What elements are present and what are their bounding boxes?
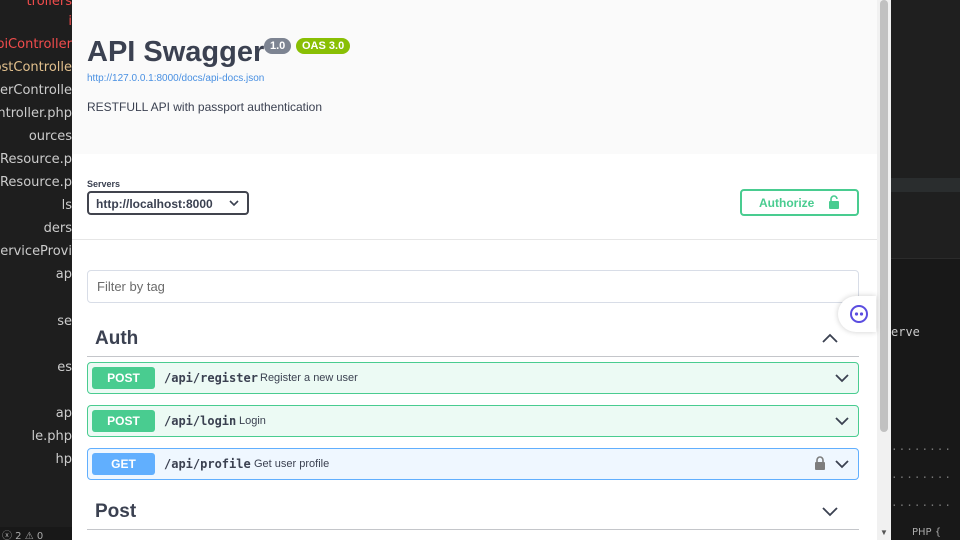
tag-name: Auth — [95, 328, 139, 349]
operation-summary: Get user profile — [254, 458, 330, 470]
swagger-ui-page: API Swagger 1.0 OAS 3.0 http://127.0.0.1… — [72, 0, 891, 540]
operation-profile[interactable]: GET /api/profile Get user profile — [87, 448, 859, 480]
file-tree-item[interactable]: ServiceProvi — [0, 244, 72, 259]
chevron-up-icon — [822, 333, 838, 343]
editor-line-highlight — [891, 178, 960, 192]
terminal-dots: ........ — [891, 440, 952, 453]
method-badge: POST — [92, 367, 155, 389]
authorize-label: Authorize — [759, 196, 815, 210]
chevron-down-icon — [835, 460, 849, 469]
servers-label: Servers — [87, 179, 121, 189]
operation-path: /api/register — [164, 371, 258, 385]
ide-file-explorer: trollers i piController ostControlle serCont… — [0, 0, 72, 540]
file-tree-item[interactable]: ap — [56, 267, 72, 282]
operation-register[interactable]: POST /api/register Register a new user — [87, 362, 859, 394]
servers-select[interactable]: http://localhost:8000 — [87, 191, 249, 215]
oas-version-badge: OAS 3.0 — [296, 38, 351, 54]
tag-header-post[interactable]: Post — [87, 493, 859, 531]
unlocked-icon — [829, 195, 839, 209]
scrollbar-thumb[interactable] — [880, 0, 888, 432]
file-tree-item[interactable]: ources — [29, 129, 72, 144]
server-selected-value: http://localhost:8000 — [96, 197, 213, 211]
operation-login[interactable]: POST /api/login Login — [87, 405, 859, 437]
page-scrollbar[interactable]: ▼ — [877, 0, 891, 540]
file-tree-item[interactable]: ders — [44, 221, 72, 236]
file-tree-item[interactable]: ap — [56, 406, 72, 421]
problems-indicator[interactable]: ⓧ 2 ⚠ 0 — [2, 527, 43, 540]
tag-divider — [87, 356, 859, 357]
file-tree-item[interactable]: erResource.p — [0, 175, 72, 190]
lock-icon[interactable] — [814, 456, 826, 470]
file-tree-item[interactable]: ostControlle — [0, 60, 72, 75]
tag-divider — [87, 529, 859, 530]
file-tree-item[interactable]: ls — [62, 198, 72, 213]
tag-name: Post — [95, 501, 137, 522]
servers-section: Servers http://localhost:8000 Authorize — [72, 154, 877, 240]
version-badge: 1.0 — [264, 38, 292, 54]
api-info-section: API Swagger 1.0 OAS 3.0 http://127.0.0.1… — [72, 0, 877, 154]
terminal-output-text: erve — [891, 325, 920, 339]
file-tree-item[interactable]: trollers — [27, 0, 72, 9]
ide-editor-area: erve ........ ........ ........ — [891, 0, 960, 540]
assistant-bot-icon — [850, 305, 868, 323]
api-title: API Swagger — [87, 36, 265, 68]
method-badge: GET — [92, 453, 155, 475]
file-tree-item[interactable]: stResource.p — [0, 152, 72, 167]
tag-header-auth[interactable]: Auth — [87, 320, 859, 358]
scroll-down-arrow-icon[interactable]: ▼ — [880, 528, 888, 537]
filter-by-tag-input[interactable]: Filter by tag — [87, 270, 859, 303]
file-tree-item[interactable]: le.php — [32, 429, 73, 444]
file-tree-item[interactable]: se — [57, 314, 72, 329]
authorize-button[interactable]: Authorize — [740, 189, 859, 216]
operation-summary: Register a new user — [260, 372, 358, 384]
operation-path: /api/profile — [164, 457, 251, 471]
api-description: RESTFULL API with passport authenticatio… — [87, 100, 323, 114]
terminal-dots: ........ — [891, 496, 952, 509]
terminal-dots: ........ — [891, 468, 952, 481]
method-badge: POST — [92, 410, 155, 432]
assistant-floating-button[interactable] — [838, 296, 876, 332]
chevron-down-icon — [229, 200, 239, 207]
file-tree-item[interactable]: es — [57, 360, 72, 375]
file-tree-item[interactable]: hp — [56, 452, 73, 467]
language-mode[interactable]: PHP { — [912, 527, 941, 538]
file-tree-item[interactable]: serControlle — [0, 83, 72, 98]
operation-summary: Login — [239, 415, 266, 427]
file-tree-item[interactable]: ntroller.php — [0, 106, 72, 121]
chevron-down-icon — [822, 507, 838, 517]
chevron-down-icon — [835, 374, 849, 383]
chevron-down-icon — [835, 417, 849, 426]
file-tree-item[interactable]: piController — [0, 37, 72, 52]
api-docs-link[interactable]: http://127.0.0.1:8000/docs/api-docs.json — [87, 73, 264, 84]
operation-path: /api/login — [164, 414, 237, 428]
